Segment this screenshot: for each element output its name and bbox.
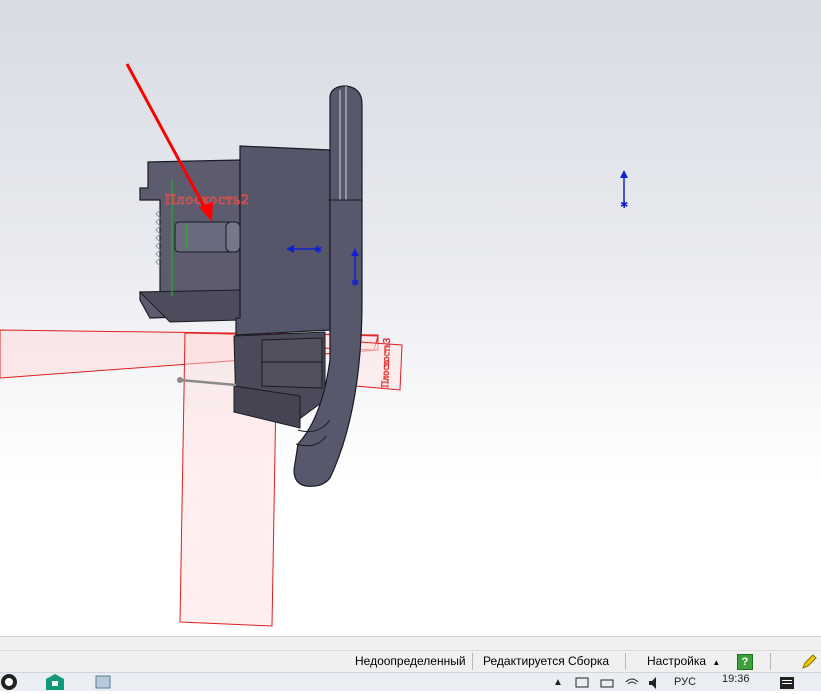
help-icon[interactable]: ? (737, 654, 753, 670)
pencil-icon[interactable] (801, 654, 817, 669)
store-icon[interactable] (46, 674, 64, 693)
status-separator (625, 653, 626, 670)
chrome-icon[interactable] (0, 673, 18, 694)
network-icon[interactable] (575, 676, 589, 693)
axis-arrow-up-space[interactable]: ✱ (620, 170, 628, 211)
svg-text:✱: ✱ (314, 245, 322, 256)
app-icon[interactable] (94, 674, 114, 693)
taskbar: ▲ РУС 19:36 (0, 672, 821, 691)
chevron-up-icon: ▲ (712, 658, 721, 667)
volume-icon[interactable] (648, 676, 662, 693)
wifi-icon[interactable] (625, 676, 639, 693)
language-indicator[interactable]: РУС (674, 676, 696, 688)
units-selector[interactable]: Настройка ▲ (647, 654, 720, 668)
tray-caret-icon[interactable]: ▲ (553, 677, 563, 688)
notifications-icon[interactable] (779, 676, 795, 693)
status-state: Недоопределенный (355, 654, 466, 668)
status-mode: Редактируется Сборка (483, 654, 610, 668)
status-separator (770, 653, 771, 670)
graphics-area[interactable]: Плоскость3 Плоскость2 ✱ ✱ ✱ (0, 0, 821, 636)
status-separator (472, 653, 473, 670)
units-label: Настройка (647, 654, 707, 668)
print-icon[interactable] (600, 676, 614, 693)
svg-text:✱: ✱ (351, 278, 359, 289)
clock-time[interactable]: 19:36 (722, 673, 750, 685)
status-bar-strip (0, 636, 821, 651)
svg-text:✱: ✱ (620, 200, 628, 211)
status-bar: Недоопределенный Редактируется Сборка На… (0, 650, 821, 673)
plane3-label: Плоскость3 (380, 338, 393, 388)
